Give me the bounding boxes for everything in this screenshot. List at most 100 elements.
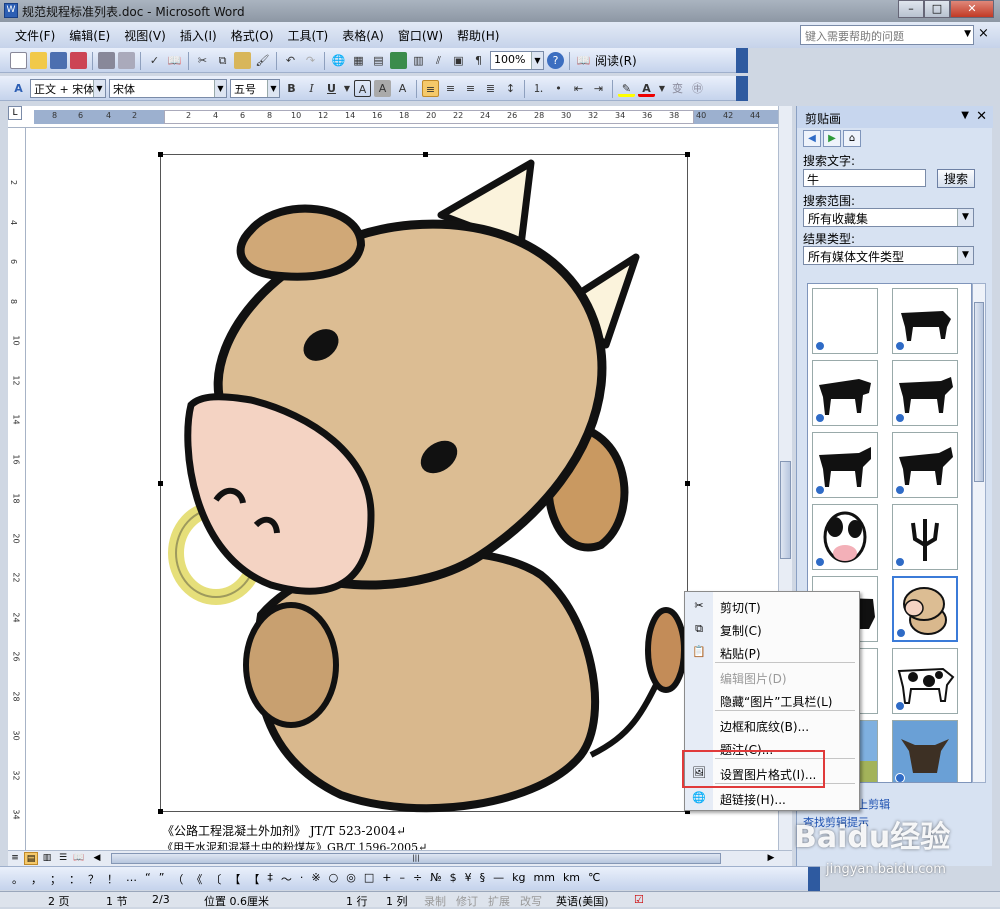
symbol-button[interactable]: 【 (229, 871, 240, 887)
insert-excel-icon[interactable] (390, 52, 407, 69)
clipart-thumbnail[interactable] (812, 504, 878, 570)
symbol-button[interactable]: □ (364, 871, 374, 887)
clipart-thumbnail[interactable] (812, 360, 878, 426)
align-right-icon[interactable]: ≡ (462, 80, 479, 97)
outline-view-icon[interactable]: ☰ (56, 852, 70, 865)
scroll-left-icon[interactable]: ◀ (90, 852, 104, 865)
horizontal-ruler[interactable]: 8 6 4 2 2 4 6 8 10 12 14 16 18 20 22 24 26 28 30 32 34 36 38 40… (8, 106, 790, 128)
redo-icon[interactable]: ↷ (302, 52, 319, 69)
forward-icon[interactable]: ▶ (823, 130, 841, 147)
spelling-icon[interactable]: ✓ (146, 52, 163, 69)
symbol-button[interactable]: “ (145, 871, 151, 887)
menu-item[interactable]: 工具(T) (281, 27, 336, 44)
save-icon[interactable] (50, 52, 67, 69)
menu-item[interactable]: 表格(A) (335, 27, 391, 44)
menu-item[interactable]: 窗口(W) (391, 27, 450, 44)
type-select[interactable]: 所有媒体文件类型 ▼ (803, 246, 974, 265)
styles-formatting-icon[interactable]: A (10, 80, 27, 97)
scroll-right-icon[interactable]: ▶ (764, 852, 778, 865)
font-select[interactable]: 宋体 ▼ (109, 79, 227, 98)
symbol-button[interactable]: · (300, 871, 304, 887)
justify-icon[interactable]: ≣ (482, 80, 499, 97)
symbol-button[interactable]: ※ (311, 871, 320, 887)
symbol-button[interactable]: ‡ (267, 871, 273, 887)
chevron-down-icon[interactable]: ▼ (267, 80, 279, 97)
clipart-thumbnail[interactable] (812, 432, 878, 498)
context-menu-item[interactable]: 隐藏“图片”工具栏(L) (685, 689, 859, 711)
context-menu-item[interactable]: ✂ 剪切(T) (685, 595, 859, 617)
resize-handle[interactable] (158, 152, 163, 157)
clipart-thumbnail-selected[interactable] (892, 576, 958, 642)
symbol-button[interactable]: ÷ (413, 871, 422, 887)
print-layout-icon[interactable]: ▥ (40, 852, 54, 865)
menu-item[interactable]: 视图(V) (117, 27, 173, 44)
highlight-icon[interactable]: ✎ (618, 80, 635, 97)
symbol-button[interactable]: ◎ (346, 871, 356, 887)
character-shading-button[interactable]: A (374, 80, 391, 97)
scroll-thumb[interactable] (780, 461, 791, 559)
insert-table-icon[interactable]: ▤ (370, 52, 387, 69)
character-border-button[interactable]: A (354, 80, 371, 97)
symbol-button[interactable]: – (399, 871, 405, 887)
symbol-button[interactable]: 。 (12, 871, 23, 887)
symbol-button[interactable]: ； (50, 871, 61, 887)
italic-button[interactable]: I (303, 80, 320, 97)
tables-borders-icon[interactable]: ▦ (350, 52, 367, 69)
symbol-button[interactable]: ： (69, 871, 80, 887)
permission-icon[interactable] (70, 52, 87, 69)
format-painter-icon[interactable]: 🖌 (254, 52, 271, 69)
menu-item[interactable]: 格式(O) (224, 27, 281, 44)
horizontal-scroll-thumb[interactable]: ||| (111, 853, 721, 864)
resize-handle[interactable] (685, 481, 690, 486)
symbol-button[interactable]: + (382, 871, 391, 887)
chevron-down-icon[interactable]: ▼ (964, 29, 971, 39)
selected-picture[interactable] (158, 152, 690, 814)
underline-button[interactable]: U (323, 80, 340, 97)
chevron-down-icon[interactable]: ▼ (957, 209, 973, 226)
paste-icon[interactable] (234, 52, 251, 69)
clipart-thumbnail[interactable] (892, 720, 958, 782)
cut-icon[interactable]: ✂ (194, 52, 211, 69)
web-layout-icon[interactable]: ▤ (24, 852, 38, 865)
symbol-button[interactable]: ？ (88, 871, 99, 887)
symbol-button[interactable]: … (126, 871, 137, 887)
symbol-button[interactable]: kg (512, 871, 525, 887)
symbol-button[interactable]: 《 (191, 871, 202, 887)
bullets-icon[interactable]: • (550, 80, 567, 97)
context-menu-item[interactable]: 📋 粘贴(P) (685, 641, 859, 663)
search-button[interactable]: 搜索 (937, 169, 975, 188)
spelling-status-icon[interactable]: ☑ (634, 893, 644, 906)
numbering-icon[interactable]: ⒈ (530, 80, 547, 97)
symbol-button[interactable]: ℃ (588, 871, 600, 887)
symbol-button[interactable]: — (493, 871, 504, 887)
font-size-select[interactable]: 五号 ▼ (230, 79, 280, 98)
resize-handle[interactable] (423, 152, 428, 157)
zoom-select[interactable]: 100% ▼ (490, 51, 544, 70)
align-center-icon[interactable]: ≡ (442, 80, 459, 97)
back-icon[interactable]: ◀ (803, 130, 821, 147)
symbol-button[interactable]: ¥ (465, 871, 472, 887)
copy-icon[interactable]: ⧉ (214, 52, 231, 69)
line-spacing-icon[interactable]: ↕ (502, 80, 519, 97)
read-mode-icon[interactable]: 📖 (575, 52, 592, 69)
resize-handle[interactable] (158, 481, 163, 486)
symbol-button[interactable]: § (480, 871, 486, 887)
symbol-button[interactable]: $ (450, 871, 457, 887)
clipart-thumbnail[interactable] (892, 432, 958, 498)
drawing-icon[interactable]: ⫽ (430, 52, 447, 69)
read-mode-button[interactable]: 阅读(R) (595, 52, 637, 69)
symbol-button[interactable]: 【 (248, 871, 259, 887)
symbol-button[interactable]: （ (172, 871, 183, 887)
chevron-down-icon[interactable]: ▼ (343, 80, 351, 97)
symbol-button[interactable]: № (430, 871, 441, 887)
symbol-button[interactable]: ， (31, 871, 42, 887)
help-search-input[interactable]: 键入需要帮助的问题 ▼ (800, 25, 974, 45)
clipart-thumbnail[interactable] (892, 648, 958, 714)
clipart-thumbnail[interactable] (892, 360, 958, 426)
symbol-button[interactable]: ” (159, 871, 165, 887)
bold-button[interactable]: B (283, 80, 300, 97)
menu-item[interactable]: 插入(I) (173, 27, 224, 44)
minimize-button[interactable]: – (898, 0, 924, 18)
maximize-button[interactable]: □ (924, 0, 950, 18)
chevron-down-icon[interactable]: ▼ (658, 80, 666, 97)
